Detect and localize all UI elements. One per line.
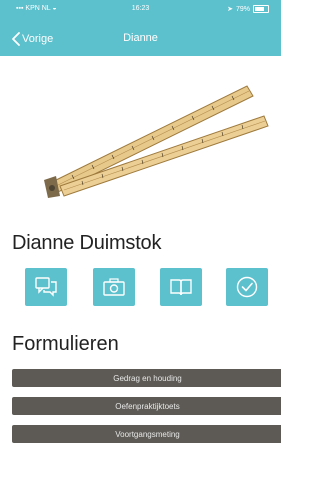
status-right: ➤ 79% — [227, 5, 269, 13]
camera-icon — [103, 278, 125, 296]
battery-fill — [255, 7, 264, 11]
page-title: Dianne — [123, 32, 158, 44]
nav-bar: Vorige Dianne — [0, 29, 281, 49]
profile-name: Dianne Duimstok — [12, 232, 162, 254]
form-button-voortgangsmeting[interactable]: Voortgangsmeting — [12, 425, 281, 443]
camera-button[interactable] — [93, 268, 135, 306]
chat-icon — [35, 277, 57, 297]
header: ▪▪▪ KPN NL ◒ 16:23 ➤ 79% Vorige Dianne — [0, 0, 281, 56]
book-icon — [170, 279, 192, 296]
forms-title: Formulieren — [12, 333, 119, 355]
form-button-gedrag[interactable]: Gedrag en houding — [12, 369, 281, 387]
chat-button[interactable] — [25, 268, 67, 306]
status-bar: ▪▪▪ KPN NL ◒ 16:23 ➤ 79% — [0, 0, 281, 18]
battery-label: 79% — [235, 5, 250, 13]
battery-icon — [253, 5, 269, 13]
check-button[interactable] — [226, 268, 268, 306]
action-bar — [0, 268, 281, 308]
folding-ruler-image — [44, 85, 269, 198]
app-screen: ▪▪▪ KPN NL ◒ 16:23 ➤ 79% Vorige Dianne D… — [0, 0, 281, 504]
checkmark-icon — [236, 276, 258, 298]
book-button[interactable] — [160, 268, 202, 306]
location-icon: ➤ — [227, 6, 233, 13]
form-button-oefenpraktijktoets[interactable]: Oefenpraktijktoets — [12, 397, 281, 415]
